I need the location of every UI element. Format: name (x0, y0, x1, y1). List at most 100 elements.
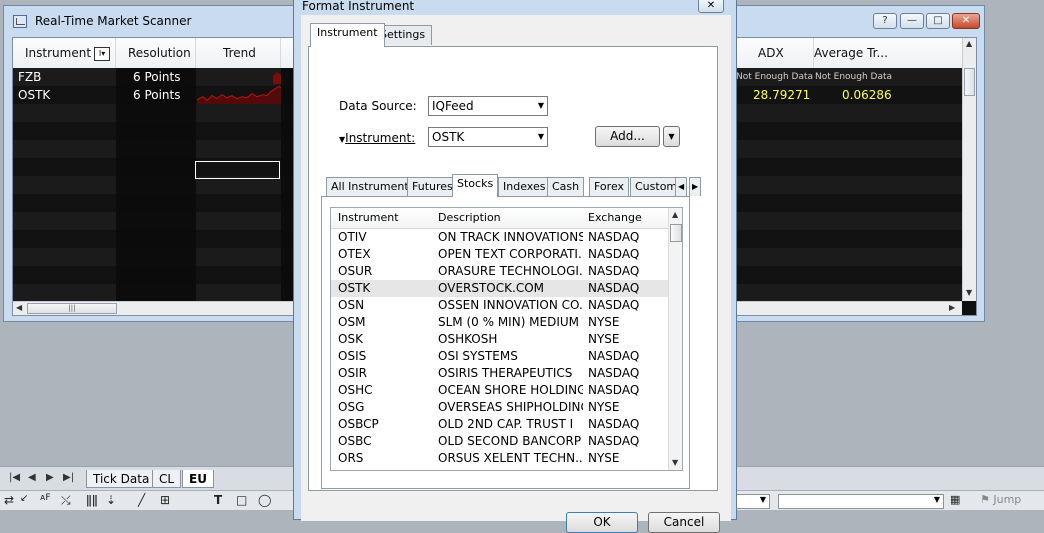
ok-button[interactable]: OK (566, 512, 638, 533)
jump-button[interactable]: ⚑ Jump (980, 493, 1021, 506)
fibonacci-tool-icon[interactable]: ᴀF (40, 493, 51, 503)
list-item-exchange: NASDAQ (588, 349, 640, 363)
column-shade (116, 122, 196, 140)
chevron-down-icon: ▼ (933, 495, 940, 504)
data-source-value: IQFeed (432, 99, 474, 113)
column-shade (116, 248, 196, 266)
list-item[interactable]: OSHC OCEAN SHORE HOLDING NASDAQ (331, 382, 668, 399)
list-item[interactable]: OSN OSSEN INNOVATION CO. NASDAQ (331, 297, 668, 314)
add-options-dropdown[interactable]: ▼ (663, 126, 680, 147)
column-header-resolution[interactable]: Resolution (116, 38, 196, 68)
subtab-scroll-left-icon[interactable]: ◀ (675, 177, 688, 196)
first-sheet-icon[interactable]: |◀ (9, 472, 20, 483)
selected-cell[interactable] (195, 161, 280, 179)
list-item[interactable]: OTEX OPEN TEXT CORPORATI... NASDAQ (331, 246, 668, 263)
sheet-tab-tick-data[interactable]: Tick Data (86, 470, 157, 488)
rectangle-tool-icon[interactable]: □ (236, 493, 247, 507)
line-tool-icon[interactable]: ╱ (138, 493, 145, 507)
maximize-button[interactable]: □ (926, 13, 950, 29)
sheet-tab-cl[interactable]: CL (152, 470, 182, 488)
bars-tool-icon[interactable]: ǁǁ (86, 493, 98, 507)
list-item[interactable]: OSBC OLD SECOND BANCORP NASDAQ (331, 433, 668, 450)
grid-tool-icon[interactable]: ⊞ (160, 493, 170, 507)
help-icon[interactable]: ? (873, 13, 897, 29)
vertical-scrollbar[interactable]: ▲ ▼ (962, 38, 976, 301)
subtab-indexes[interactable]: Indexes (498, 177, 551, 196)
scroll-left-icon[interactable]: ◀ (16, 303, 22, 312)
list-item[interactable]: OTIV ON TRACK INNOVATIONS NASDAQ (331, 229, 668, 246)
list-scrollbar[interactable]: ▲ ▼ (668, 208, 682, 470)
scroll-down-icon[interactable]: ▼ (966, 288, 972, 297)
list-item-instrument: OSTK (338, 281, 371, 295)
trend-sparkline-ostk-fill (197, 87, 281, 104)
list-item-description: OCEAN SHORE HOLDING (438, 383, 583, 397)
subtab-all-instruments[interactable]: All Instruments (326, 177, 420, 196)
subtab-forex[interactable]: Forex (589, 177, 630, 196)
list-item-exchange: NYSE (588, 332, 620, 346)
list-item[interactable]: OSUR ORASURE TECHNOLOGI... NASDAQ (331, 263, 668, 280)
list-item-exchange: NASDAQ (588, 264, 640, 278)
list-item-instrument: OSBCP (338, 417, 379, 431)
tab-instrument[interactable]: Instrument (310, 23, 385, 47)
list-item[interactable]: OSG OVERSEAS SHIPHOLDING NYSE (331, 399, 668, 416)
list-item[interactable]: ORS ORSUS XELENT TECHN... NYSE (331, 450, 668, 467)
marker-tool-icon[interactable]: ⇣ (106, 493, 116, 507)
instrument-list[interactable]: Instrument Description Exchange OTIV ON T… (330, 207, 683, 471)
instrument-label-link[interactable]: ▼Instrument: (339, 131, 415, 145)
list-item[interactable]: OSIR OSIRIS THERAPEUTICS NASDAQ (331, 365, 668, 382)
list-item-description: OSI SYSTEMS (438, 349, 518, 363)
atr-cell: Not Enough Data (815, 72, 892, 82)
subtab-cash[interactable]: Cash (547, 177, 585, 196)
column-shade (116, 266, 196, 284)
column-header-adx[interactable]: ADX (736, 38, 814, 68)
list-item[interactable]: OSM SLM (0 % MIN) MEDIUM T... NYSE (331, 314, 668, 331)
column-shade (116, 194, 196, 212)
next-sheet-icon[interactable]: ▶ (46, 472, 54, 483)
subtab-scroll-right-icon[interactable]: ▶ (689, 177, 702, 196)
horizontal-scroll-thumb[interactable]: ||| (27, 303, 117, 314)
arrow-tool-icon[interactable]: ↙ (20, 493, 28, 504)
scroll-up-icon[interactable]: ▲ (966, 39, 972, 48)
gann-tool-icon[interactable]: ⤯ (61, 493, 71, 508)
subtab-futures[interactable]: Futures (407, 177, 458, 196)
trend-sparkline (197, 72, 281, 104)
list-item[interactable]: OSK OSHKOSH NYSE (331, 331, 668, 348)
data-source-select[interactable]: IQFeed ▼ (428, 96, 548, 116)
prev-sheet-icon[interactable]: ◀ (28, 472, 36, 483)
add-button[interactable]: Add... (595, 126, 660, 147)
column-shade (116, 230, 196, 248)
scanner-title: Real-Time Market Scanner (35, 14, 192, 28)
dialog-body: Instrument Settings Data Source: IQFeed … (301, 15, 731, 533)
list-header-instrument[interactable]: Instrument (338, 211, 399, 224)
scroll-thumb[interactable] (964, 68, 975, 96)
list-item[interactable]: OSBCP OLD 2ND CAP. TRUST I NASDAQ (331, 416, 668, 433)
symbol-dropdown[interactable]: ▼ (736, 494, 770, 509)
list-header-description[interactable]: Description (438, 211, 501, 224)
column-header-trend[interactable]: Trend (196, 38, 281, 68)
ellipse-tool-icon[interactable]: ◯ (258, 493, 271, 507)
close-button[interactable]: ✕ (952, 13, 980, 29)
list-header-exchange[interactable]: Exchange (588, 211, 642, 224)
text-tool-icon[interactable]: T (214, 493, 222, 507)
list-item[interactable]: OSIS OSI SYSTEMS NASDAQ (331, 348, 668, 365)
cancel-button[interactable]: Cancel (648, 512, 720, 533)
column-header-instrument[interactable]: Instrument I▾ (13, 38, 116, 68)
list-item-exchange: NASDAQ (588, 230, 640, 244)
list-item-description: OPEN TEXT CORPORATI... (438, 247, 583, 261)
last-sheet-icon[interactable]: ▶| (63, 472, 74, 483)
sheet-tab-eu[interactable]: EU (182, 470, 214, 488)
instrument-select[interactable]: OSTK ▼ (428, 127, 548, 147)
subtab-stocks[interactable]: Stocks (452, 174, 499, 197)
scroll-right-icon[interactable]: ▶ (949, 303, 955, 312)
scroll-down-icon[interactable]: ▼ (672, 458, 678, 467)
cursor-tool-icon[interactable]: ⇄ (4, 493, 14, 507)
scroll-up-icon[interactable]: ▲ (672, 210, 678, 219)
column-header-average-true-range[interactable]: Average Tr... (814, 38, 962, 68)
minimize-button[interactable]: — (900, 13, 924, 29)
dialog-close-button[interactable]: ✕ (698, 0, 724, 13)
list-scroll-thumb[interactable] (670, 224, 682, 242)
jump-input[interactable]: ▼ (778, 494, 944, 509)
calendar-icon[interactable]: ▦ (950, 493, 960, 506)
filter-dropdown-icon[interactable]: I▾ (94, 46, 111, 61)
list-item[interactable]: OSTK OVERSTOCK.COM NASDAQ (331, 280, 668, 297)
